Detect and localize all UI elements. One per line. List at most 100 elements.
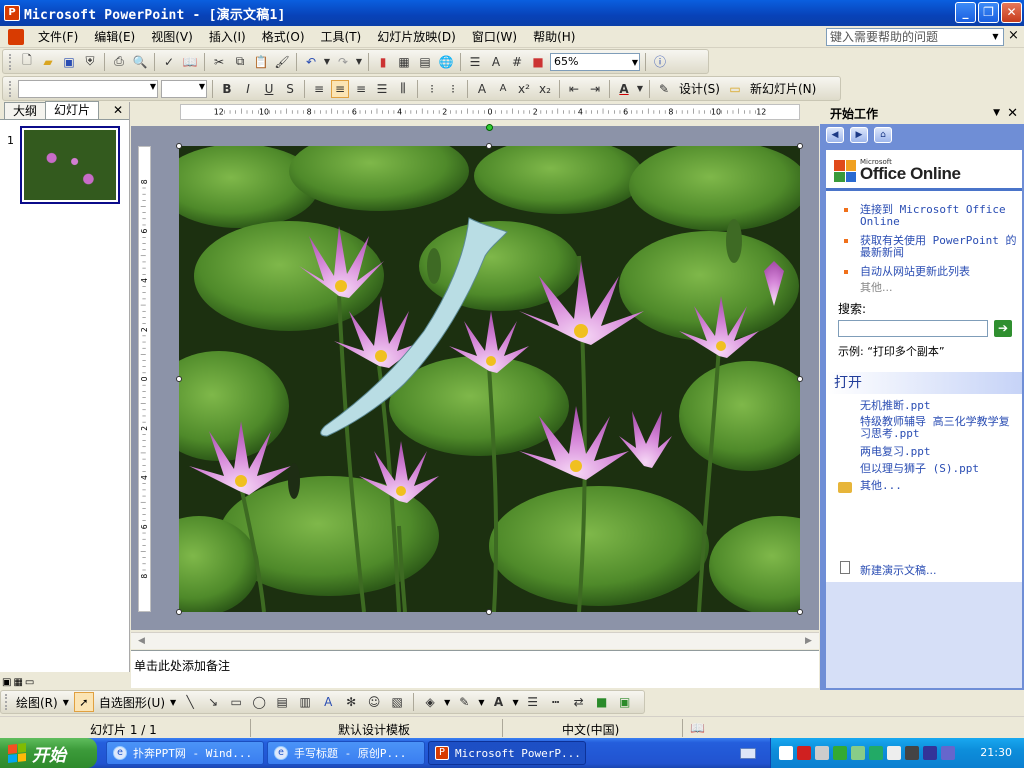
notes-pane[interactable]: 单击此处添加备注 bbox=[131, 650, 819, 688]
textbox-icon[interactable]: ▤ bbox=[273, 693, 291, 711]
normal-view-icon[interactable]: ▣ bbox=[2, 677, 11, 688]
redo-icon[interactable]: ↷ bbox=[334, 53, 352, 71]
align-right-icon[interactable]: ≡ bbox=[352, 80, 370, 98]
autoshapes-menu[interactable]: 自选图形(U) bbox=[99, 694, 165, 711]
slide-thumbnail[interactable] bbox=[20, 126, 120, 204]
shield-icon[interactable] bbox=[869, 746, 883, 760]
italic-icon[interactable]: I bbox=[239, 80, 257, 98]
resize-handle-tl[interactable] bbox=[176, 143, 182, 149]
font-size-select[interactable]: ▼ bbox=[161, 79, 207, 98]
show-grid-icon[interactable]: # bbox=[508, 53, 526, 71]
bullets-icon[interactable]: ⁝ bbox=[444, 80, 462, 98]
input-method-icon[interactable] bbox=[833, 746, 847, 760]
bold-icon[interactable]: B bbox=[218, 80, 236, 98]
rectangle-icon[interactable]: ▭ bbox=[227, 693, 245, 711]
chevron-down-icon[interactable]: ▼ bbox=[355, 53, 363, 71]
menu-format[interactable]: 格式(O) bbox=[254, 28, 313, 45]
minimize-button[interactable]: _ bbox=[955, 2, 976, 23]
chevron-down-icon[interactable]: ▼ bbox=[478, 698, 484, 707]
menu-insert[interactable]: 插入(I) bbox=[201, 28, 254, 45]
print-preview-icon[interactable]: 🔍 bbox=[131, 53, 149, 71]
search-go-button[interactable]: ➔ bbox=[994, 320, 1012, 337]
show-formatting-icon[interactable]: A bbox=[487, 53, 505, 71]
restore-button[interactable]: ❐ bbox=[978, 2, 999, 23]
menu-help[interactable]: 帮助(H) bbox=[525, 28, 583, 45]
resize-handle-bl[interactable] bbox=[176, 609, 182, 615]
shadow-icon[interactable]: S bbox=[281, 80, 299, 98]
forward-icon[interactable]: ▶ bbox=[850, 127, 868, 143]
increase-font-icon[interactable]: A bbox=[473, 80, 491, 98]
toolbar-handle[interactable] bbox=[9, 53, 12, 70]
insert-table-icon[interactable]: ▦ bbox=[395, 53, 413, 71]
spelling-status-icon[interactable]: 📖 bbox=[690, 721, 705, 735]
chevron-down-icon[interactable]: ▼ bbox=[150, 82, 156, 91]
menu-view[interactable]: 视图(V) bbox=[143, 28, 201, 45]
line-color-icon[interactable]: ✎ bbox=[455, 693, 473, 711]
scroll-right-icon[interactable]: ▶ bbox=[800, 633, 817, 649]
line-icon[interactable]: ╲ bbox=[181, 693, 199, 711]
draw-menu[interactable]: 绘图(R) bbox=[16, 694, 58, 711]
link-auto-update[interactable]: 自动从网站更新此列表 bbox=[834, 266, 1020, 278]
office-online-more[interactable]: 其他... bbox=[860, 279, 893, 295]
font-color-icon[interactable]: A bbox=[615, 80, 633, 98]
resize-handle-mr[interactable] bbox=[797, 376, 803, 382]
permission-icon[interactable]: ⛨ bbox=[81, 53, 99, 71]
expand-all-icon[interactable]: ☰ bbox=[466, 53, 484, 71]
align-left-icon[interactable]: ≡ bbox=[310, 80, 328, 98]
chevron-down-icon[interactable]: ▼ bbox=[323, 53, 331, 71]
resize-handle-bm[interactable] bbox=[486, 609, 492, 615]
close-icon[interactable]: ✕ bbox=[1007, 106, 1018, 121]
save-icon[interactable]: ▣ bbox=[60, 53, 78, 71]
chevron-down-icon[interactable]: ▼ bbox=[63, 698, 69, 707]
fill-color-icon[interactable]: ◈ bbox=[421, 693, 439, 711]
design-button[interactable]: 设计(S) bbox=[676, 80, 723, 97]
tray-icon[interactable] bbox=[779, 746, 793, 760]
slide-sorter-icon[interactable]: ▦ bbox=[13, 677, 22, 688]
scroll-left-icon[interactable]: ◀ bbox=[133, 633, 150, 649]
network-icon[interactable] bbox=[851, 746, 865, 760]
volume-icon[interactable] bbox=[887, 746, 901, 760]
search-input[interactable] bbox=[838, 320, 988, 337]
cut-icon[interactable]: ✂ bbox=[210, 53, 228, 71]
toolbar-handle[interactable] bbox=[5, 694, 8, 710]
chevron-down-icon[interactable]: ▼ bbox=[199, 82, 205, 91]
open-more[interactable]: 其他... bbox=[860, 480, 902, 492]
chevron-down-icon[interactable]: ▼ bbox=[444, 698, 450, 707]
menu-window[interactable]: 窗口(W) bbox=[464, 28, 525, 45]
menu-tools[interactable]: 工具(T) bbox=[313, 28, 370, 45]
resize-handle-tm[interactable] bbox=[486, 143, 492, 149]
copy-icon[interactable]: ⧉ bbox=[231, 53, 249, 71]
shadow-style-icon[interactable]: ■ bbox=[593, 693, 611, 711]
slide-canvas[interactable] bbox=[179, 146, 800, 612]
new-slide-button[interactable]: 新幻灯片(N) bbox=[747, 80, 819, 97]
line-style-icon[interactable]: ☰ bbox=[524, 693, 542, 711]
resize-handle-tr[interactable] bbox=[797, 143, 803, 149]
link-connect-office-online[interactable]: 连接到 Microsoft Office Online bbox=[834, 204, 1020, 228]
vertical-textbox-icon[interactable]: ▥ bbox=[296, 693, 314, 711]
home-icon[interactable]: ⌂ bbox=[874, 127, 892, 143]
link-latest-news[interactable]: 获取有关使用 PowerPoint 的最新新闻 bbox=[834, 235, 1020, 259]
taskbar-item[interactable]: e 扑奔PPT网 - Wind... bbox=[106, 741, 264, 765]
underline-icon[interactable]: U bbox=[260, 80, 278, 98]
taskbar-item[interactable]: e 手写标题 - 原创P... bbox=[267, 741, 425, 765]
increase-indent-icon[interactable]: ⇥ bbox=[586, 80, 604, 98]
decrease-indent-icon[interactable]: ⇤ bbox=[565, 80, 583, 98]
dash-style-icon[interactable]: ┅ bbox=[547, 693, 565, 711]
recent-file[interactable]: 但以理与狮子 (S).ppt bbox=[860, 463, 979, 475]
menu-edit[interactable]: 编辑(E) bbox=[86, 28, 143, 45]
chevron-down-icon[interactable]: ▼ bbox=[636, 80, 644, 98]
arrow-style-icon[interactable]: ⇄ bbox=[570, 693, 588, 711]
select-objects-icon[interactable]: ➚ bbox=[73, 692, 94, 712]
font-color-icon[interactable]: A bbox=[489, 693, 507, 711]
tab-outline[interactable]: 大纲 bbox=[4, 102, 47, 119]
font-name-select[interactable]: ▼ bbox=[18, 79, 158, 98]
open-icon[interactable]: ▰ bbox=[39, 53, 57, 71]
paste-icon[interactable]: 📋 bbox=[252, 53, 270, 71]
distributed-icon[interactable]: ⫼ bbox=[394, 80, 412, 98]
subscript-icon[interactable]: x₂ bbox=[536, 80, 554, 98]
wordart-icon[interactable]: A bbox=[319, 693, 337, 711]
toolbar-handle[interactable] bbox=[9, 80, 12, 97]
help-search-input[interactable]: 键入需要帮助的问题 ▼ bbox=[826, 28, 1004, 46]
close-button[interactable]: ✕ bbox=[1001, 2, 1022, 23]
arrow-icon[interactable]: ↘ bbox=[204, 693, 222, 711]
